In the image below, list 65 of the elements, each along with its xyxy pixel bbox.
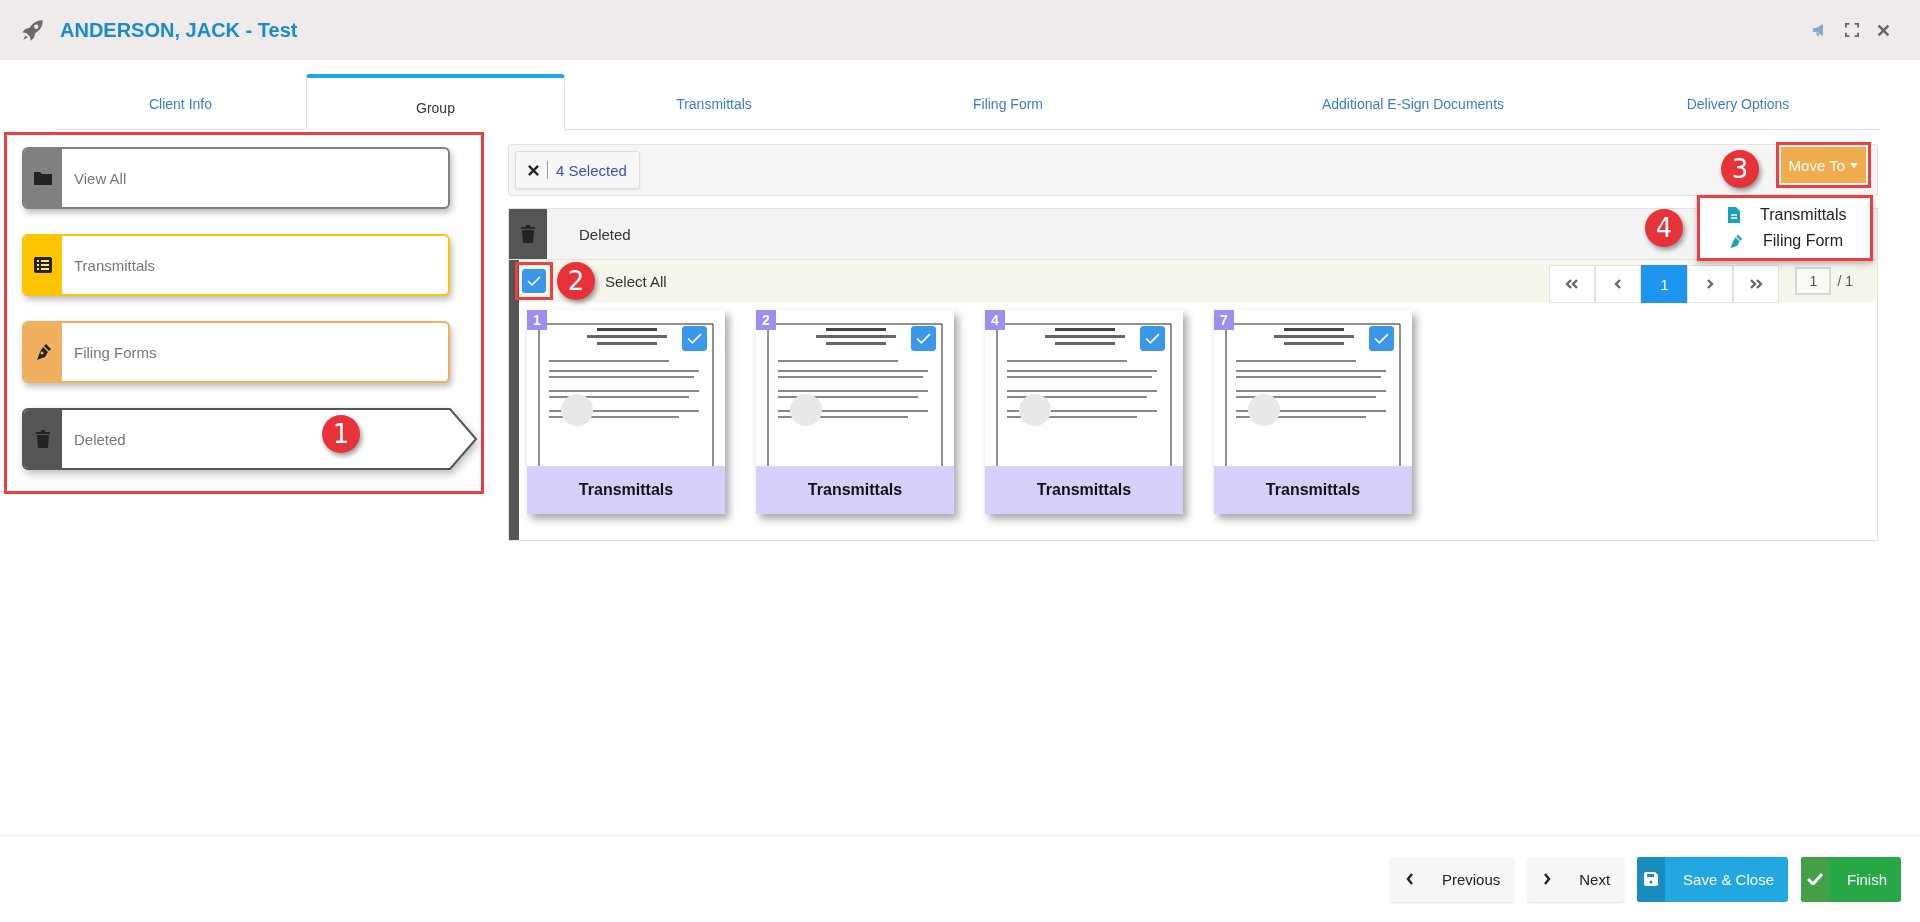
page-number-badge: 4 [985, 310, 1005, 330]
checkmark-icon [1807, 873, 1823, 885]
document-checkbox[interactable] [911, 326, 936, 351]
folder-card[interactable]: Filing Forms [22, 321, 450, 383]
last-page-button[interactable] [1733, 265, 1780, 303]
document-caption: Transmittals [1214, 466, 1412, 514]
document-checkbox[interactable] [1369, 326, 1394, 351]
step-number-badge: 2 [557, 262, 595, 300]
trash-icon [35, 430, 51, 448]
group-title: Deleted [578, 224, 631, 245]
select-all-label: Select All [605, 272, 667, 290]
document-icon [1728, 207, 1740, 223]
chevron-right-icon [1543, 873, 1552, 885]
page-number-badge: 1 [527, 310, 547, 330]
document-checkbox[interactable] [1140, 326, 1165, 351]
folder-card[interactable]: View All [22, 147, 450, 209]
document-checkbox[interactable] [682, 326, 707, 351]
document-card[interactable]: 7 Transmittals [1214, 310, 1412, 514]
close-icon[interactable] [1877, 23, 1890, 37]
chevron-left-icon [1614, 279, 1623, 289]
selection-count: 4 Selected [556, 161, 627, 179]
document-caption: Transmittals [985, 466, 1183, 514]
document-caption: Transmittals [527, 466, 725, 514]
checkmark-icon [687, 333, 702, 344]
list-icon [34, 257, 52, 273]
page-number-badge: 7 [1214, 310, 1234, 330]
page-button[interactable]: 1 [1641, 265, 1688, 303]
step-number-badge: 3 [1721, 150, 1759, 188]
checkmark-icon [527, 276, 541, 286]
save-button[interactable]: Save & Close [1637, 856, 1788, 902]
fullscreen-icon[interactable] [1845, 23, 1859, 37]
trash-icon [520, 225, 536, 243]
previous-page-button[interactable] [1595, 265, 1642, 303]
document-card[interactable]: 1 Transmittals [527, 310, 725, 514]
pen-nib-icon [1728, 233, 1743, 249]
checkmark-icon [1374, 333, 1389, 344]
chevron-right-icon [1706, 279, 1715, 289]
select-all-checkbox[interactable] [522, 269, 546, 293]
finish-button[interactable]: Finish [1801, 856, 1901, 902]
pen-nib-icon [34, 343, 52, 361]
double-chevron-right-icon [1749, 279, 1764, 289]
save-icon [1644, 872, 1659, 886]
caret-icon [1850, 162, 1858, 168]
next-button[interactable]: Next [1527, 856, 1625, 902]
chevron-left-icon [1405, 873, 1414, 885]
first-page-button[interactable] [1549, 265, 1596, 303]
checkmark-icon [1145, 333, 1160, 344]
close-icon [528, 164, 539, 176]
menu-item[interactable]: Transmittals [1700, 202, 1870, 228]
clear-selection-button[interactable]: 4 Selected [515, 151, 640, 189]
document-card[interactable]: 2 Transmittals [756, 310, 954, 514]
page-total: / 1 [1837, 273, 1853, 289]
folder-icon [33, 170, 53, 186]
previous-button[interactable]: Previous [1389, 856, 1515, 902]
document-card[interactable]: 4 Transmittals [985, 310, 1183, 514]
rocket-icon [20, 17, 46, 43]
page-number-badge: 2 [756, 310, 776, 330]
tab[interactable]: Group [306, 74, 565, 130]
checkmark-icon [916, 333, 931, 344]
document-caption: Transmittals [756, 466, 954, 514]
window-title: ANDERSON, JACK - Test [60, 18, 298, 42]
page-number-field[interactable]: 1 [1795, 267, 1832, 295]
folder-card[interactable]: Transmittals [22, 234, 450, 296]
menu-item[interactable]: Filing Form [1700, 228, 1870, 254]
double-chevron-left-icon [1565, 279, 1580, 289]
